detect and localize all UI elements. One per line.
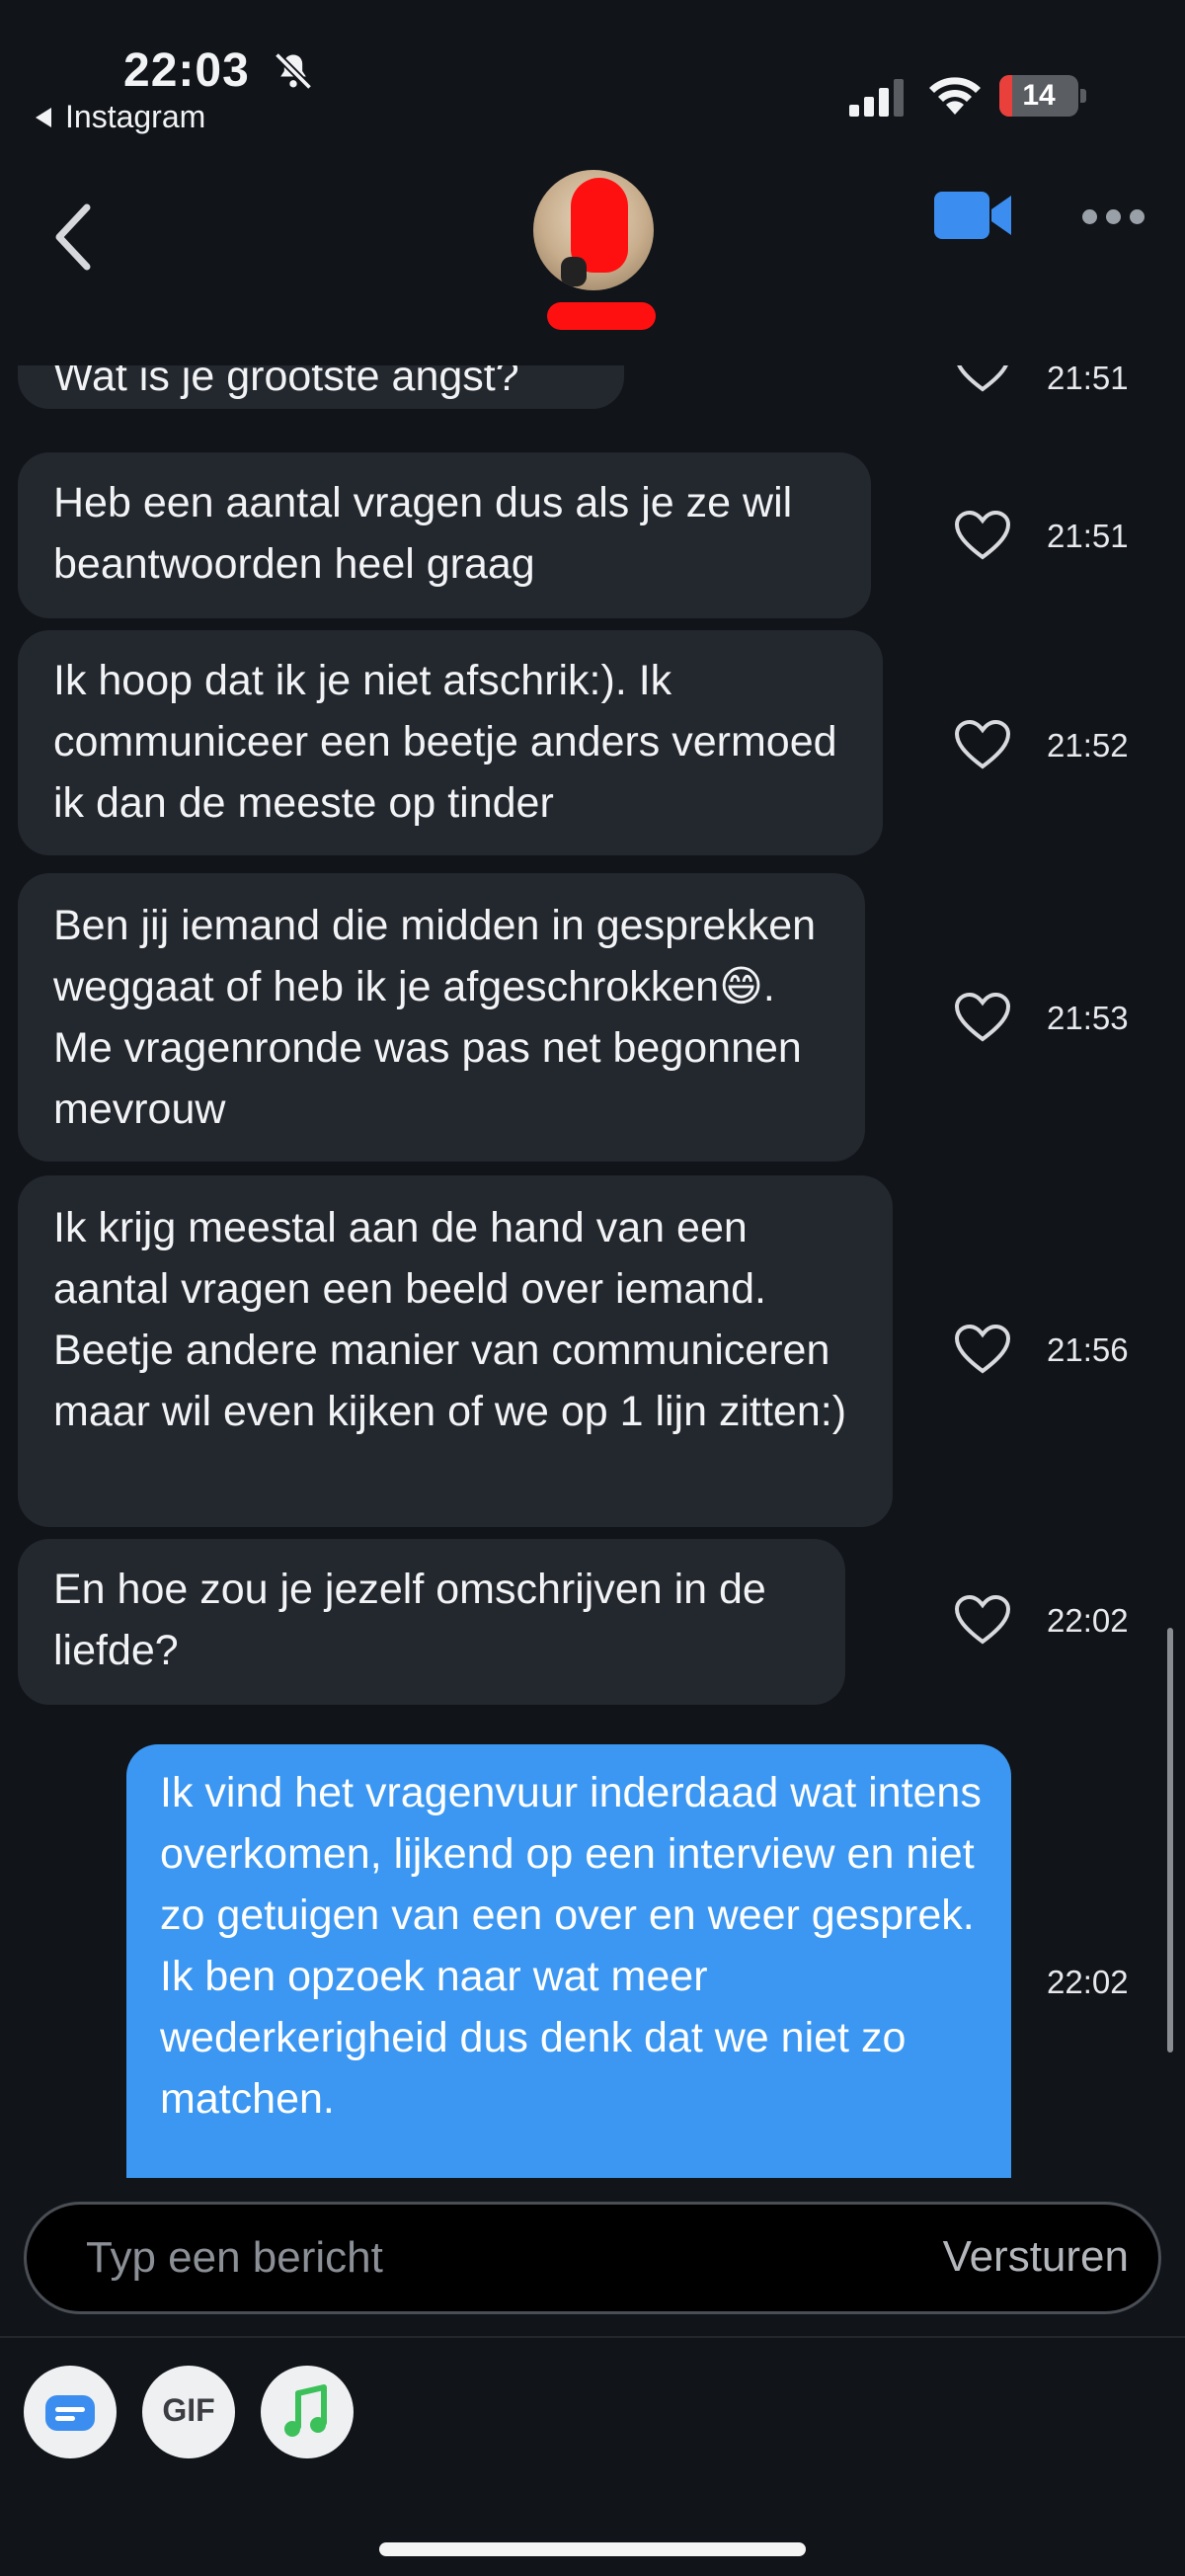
message-time: 21:56 — [1047, 1331, 1129, 1368]
message-bubble-received[interactable]: Ik krijg meestal aan de hand van een aan… — [18, 1175, 893, 1527]
message-time: 21:52 — [1047, 727, 1129, 764]
message-bubble-received[interactable]: Heb een aantal vragen dus als je ze wil … — [18, 452, 871, 618]
dot-icon — [1082, 208, 1097, 224]
message-list[interactable]: Wat is je grootste angst? 21:51 Heb een … — [0, 365, 1185, 2178]
heart-icon[interactable] — [954, 719, 1011, 770]
music-button[interactable] — [261, 2366, 354, 2458]
heart-icon[interactable] — [954, 992, 1011, 1043]
message-bubble-received[interactable]: En hoe zou je jezelf omschrijven in de l… — [18, 1539, 845, 1705]
scrollbar-thumb[interactable] — [1167, 1628, 1173, 2053]
back-triangle-icon — [36, 107, 51, 127]
dot-icon — [1106, 208, 1121, 224]
message-text: Heb een aantal vragen dus als je ze wil … — [53, 479, 793, 588]
cellular-signal-icon — [849, 79, 904, 117]
chat-header — [0, 148, 1185, 356]
message-bubble-sent[interactable]: Ik vind het vragenvuur inderdaad wat int… — [126, 1744, 1011, 2178]
send-button[interactable]: Versturen — [943, 2232, 1129, 2282]
wifi-icon — [929, 77, 981, 115]
video-camera-icon[interactable] — [932, 188, 1013, 243]
music-icon — [284, 2384, 327, 2437]
message-time: 21:53 — [1047, 1000, 1129, 1036]
message-text: Ik vind het vragenvuur inderdaad wat int… — [160, 1769, 982, 2123]
gif-icon: GIF — [162, 2392, 215, 2428]
more-options-button[interactable] — [1082, 201, 1151, 231]
battery-level: 14 — [1022, 79, 1056, 112]
status-time: 22:03 — [123, 44, 250, 97]
message-input[interactable] — [86, 2205, 896, 2311]
message-text: Ik krijg meestal aan de hand van een aan… — [53, 1204, 847, 1435]
battery-tip — [1080, 89, 1086, 103]
message-time: 21:51 — [1047, 365, 1129, 396]
message-bubble-received[interactable]: Wat is je grootste angst? — [18, 365, 624, 409]
sticker-button[interactable] — [24, 2366, 117, 2458]
home-indicator[interactable] — [379, 2542, 806, 2556]
sticker-icon — [45, 2395, 95, 2431]
heart-icon[interactable] — [954, 1594, 1011, 1646]
bell-slash-icon — [274, 51, 313, 91]
message-time: 22:02 — [1047, 1964, 1129, 2000]
heart-icon[interactable] — [954, 1324, 1011, 1375]
contact-name-redacted[interactable] — [547, 302, 656, 330]
heart-icon[interactable] — [954, 510, 1011, 561]
message-input-container: Versturen — [24, 2202, 1161, 2314]
message-text: Ben jij iemand die midden in gesprekken … — [53, 902, 817, 1133]
message-time: 21:51 — [1047, 518, 1129, 554]
avatar-shadow — [561, 257, 587, 286]
battery-indicator: 14 — [999, 75, 1078, 117]
status-bar: 22:03 Instagram 14 — [0, 0, 1185, 148]
chevron-left-icon[interactable] — [49, 198, 99, 277]
message-text: Wat is je grootste angst? — [53, 365, 519, 400]
back-app-label: Instagram — [65, 99, 206, 134]
message-composer: Versturen — [0, 2178, 1185, 2336]
gif-button[interactable]: GIF — [142, 2366, 235, 2458]
message-text: Ik hoop dat ik je niet afschrik:). Ik co… — [53, 657, 837, 827]
dot-icon — [1130, 208, 1145, 224]
message-bubble-received[interactable]: Ik hoop dat ik je niet afschrik:). Ik co… — [18, 630, 883, 855]
back-to-app-link[interactable]: Instagram — [36, 99, 205, 135]
contact-avatar[interactable] — [533, 170, 654, 290]
heart-icon[interactable] — [954, 365, 1011, 393]
divider — [0, 2336, 1185, 2338]
message-bubble-received[interactable]: Ben jij iemand die midden in gesprekken … — [18, 873, 865, 1162]
message-time: 22:02 — [1047, 1602, 1129, 1639]
message-text: En hoe zou je jezelf omschrijven in de l… — [53, 1566, 766, 1674]
